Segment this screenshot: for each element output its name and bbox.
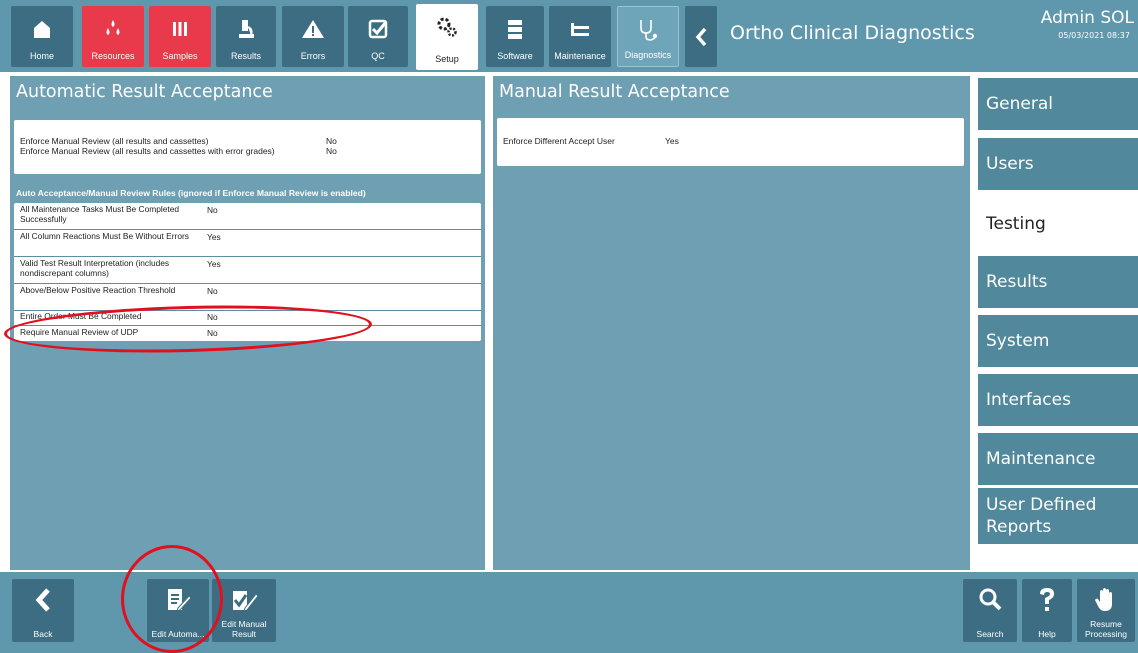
search-icon (979, 588, 1002, 611)
bottom-toolbar: Back Edit Automa... Edit Manual Result S… (0, 572, 1138, 653)
resume-processing-button[interactable]: Resume Processing (1077, 579, 1135, 642)
rule-value: Yes (207, 259, 221, 269)
rule-row[interactable]: Entire Order Must Be Completed No (14, 311, 481, 326)
rules-list[interactable]: All Maintenance Tasks Must Be Completed … (14, 203, 481, 341)
enforce-manual-review-box[interactable]: Enforce Manual Review (all results and c… (14, 120, 481, 174)
gears-icon (437, 17, 457, 37)
setting-label: Enforce Different Accept User (503, 136, 615, 146)
resume-label: Resume Processing (1084, 619, 1128, 639)
diagnostics-button[interactable]: Diagnostics (617, 6, 679, 67)
tools-icon (571, 23, 589, 36)
nav-results[interactable]: Results (978, 256, 1138, 308)
rule-label: Require Manual Review of UDP (20, 327, 139, 337)
setup-label: Setup (435, 54, 459, 64)
rule-label: Valid Test Result Interpretation (includ… (20, 258, 170, 278)
nav-user-defined-reports[interactable]: User Defined Reports (978, 488, 1138, 544)
rule-value: No (207, 328, 218, 338)
settings-category-nav: General Users Testing Results System Int… (970, 72, 1138, 572)
setting-label: Enforce Manual Review (all results and c… (20, 146, 275, 156)
help-label: Help (1038, 629, 1056, 639)
home-icon (34, 21, 50, 38)
results-button[interactable]: Results (216, 6, 276, 67)
automatic-result-acceptance-panel: Automatic Result Acceptance Enforce Manu… (10, 76, 485, 570)
edit-manual-label: Edit Manual Result (221, 619, 267, 639)
home-label: Home (29, 51, 54, 61)
app-title: Ortho Clinical Diagnostics (730, 22, 975, 44)
setting-value: No (326, 146, 337, 156)
errors-button[interactable]: Errors (282, 6, 344, 67)
rule-label: All Maintenance Tasks Must Be Completed … (20, 204, 180, 224)
rules-heading: Auto Acceptance/Manual Review Rules (ign… (16, 188, 366, 198)
tubes-icon (173, 22, 187, 36)
errors-label: Errors (300, 51, 326, 61)
nav-users[interactable]: Users (978, 138, 1138, 190)
setup-button[interactable]: Setup (416, 4, 478, 70)
nav-testing[interactable]: Testing (978, 198, 1138, 250)
maintenance-button[interactable]: Maintenance (549, 6, 611, 67)
drops-icon (106, 20, 120, 35)
manual-settings-box[interactable]: Enforce Different Accept User Yes (497, 118, 964, 166)
rule-value: No (207, 312, 218, 322)
edit-manual-result-button[interactable]: Edit Manual Result (212, 579, 276, 642)
nav-system[interactable]: System (978, 315, 1138, 367)
edit-check-icon (233, 591, 259, 612)
rule-row[interactable]: All Maintenance Tasks Must Be Completed … (14, 203, 481, 230)
edit-automatic-label: Edit Automa... (151, 629, 205, 639)
stethoscope-icon (640, 20, 658, 41)
question-icon (1040, 588, 1054, 611)
setting-value: Yes (665, 136, 679, 146)
qc-label: QC (371, 51, 385, 61)
samples-label: Samples (162, 51, 198, 61)
chevron-left-icon (695, 27, 707, 47)
panel-title: Manual Result Acceptance (499, 82, 730, 102)
edit-document-icon (168, 589, 192, 612)
rule-label: Above/Below Positive Reaction Threshold (20, 285, 176, 295)
qc-button[interactable]: QC (348, 6, 408, 67)
rule-value: No (207, 205, 218, 215)
setting-label: Enforce Manual Review (all results and c… (20, 136, 209, 146)
rule-row[interactable]: Valid Test Result Interpretation (includ… (14, 257, 481, 284)
chevron-left-icon (35, 588, 50, 612)
rule-row[interactable]: Above/Below Positive Reaction Threshold … (14, 284, 481, 311)
rule-row[interactable]: Require Manual Review of UDP No (14, 326, 481, 341)
diagnostics-label: Diagnostics (624, 50, 672, 60)
results-label: Results (230, 51, 261, 61)
nav-interfaces[interactable]: Interfaces (978, 374, 1138, 426)
current-datetime: 05/03/2021 08:37 (1058, 31, 1130, 40)
manual-result-acceptance-panel: Manual Result Acceptance Enforce Differe… (493, 76, 970, 570)
rule-row[interactable]: All Column Reactions Must Be Without Err… (14, 230, 481, 257)
microscope-icon (239, 20, 254, 38)
maintenance-label: Maintenance (554, 51, 606, 61)
divider (0, 72, 970, 75)
software-label: Software (497, 51, 533, 61)
search-label: Search (976, 629, 1004, 639)
setting-value: No (326, 136, 337, 146)
back-label: Back (33, 629, 53, 639)
rule-label: Entire Order Must Be Completed (20, 311, 142, 321)
checkbox-icon (368, 19, 388, 39)
rule-value: Yes (207, 232, 221, 242)
samples-button[interactable]: Samples (149, 6, 211, 67)
nav-maintenance[interactable]: Maintenance (978, 433, 1138, 485)
panel-title: Automatic Result Acceptance (16, 82, 273, 102)
collapse-toolbar-button[interactable] (685, 6, 717, 67)
back-button[interactable]: Back (12, 579, 74, 642)
help-button[interactable]: Help (1022, 579, 1072, 642)
home-button[interactable]: Home (11, 6, 73, 67)
software-button[interactable]: Software (486, 6, 544, 67)
edit-automatic-button[interactable]: Edit Automa... (147, 579, 209, 642)
resources-button[interactable]: Resources (82, 6, 144, 67)
top-toolbar: Home Resources Samples Results Errors QC… (0, 0, 1138, 72)
nav-general[interactable]: General (978, 78, 1138, 130)
resources-label: Resources (91, 51, 135, 61)
rule-value: No (207, 286, 218, 296)
rule-label: All Column Reactions Must Be Without Err… (20, 231, 189, 241)
hand-stop-icon (1095, 588, 1112, 611)
user-name: Admin SOL (1040, 8, 1134, 28)
search-button[interactable]: Search (963, 579, 1017, 642)
server-icon (508, 20, 522, 39)
warning-icon (302, 20, 324, 38)
